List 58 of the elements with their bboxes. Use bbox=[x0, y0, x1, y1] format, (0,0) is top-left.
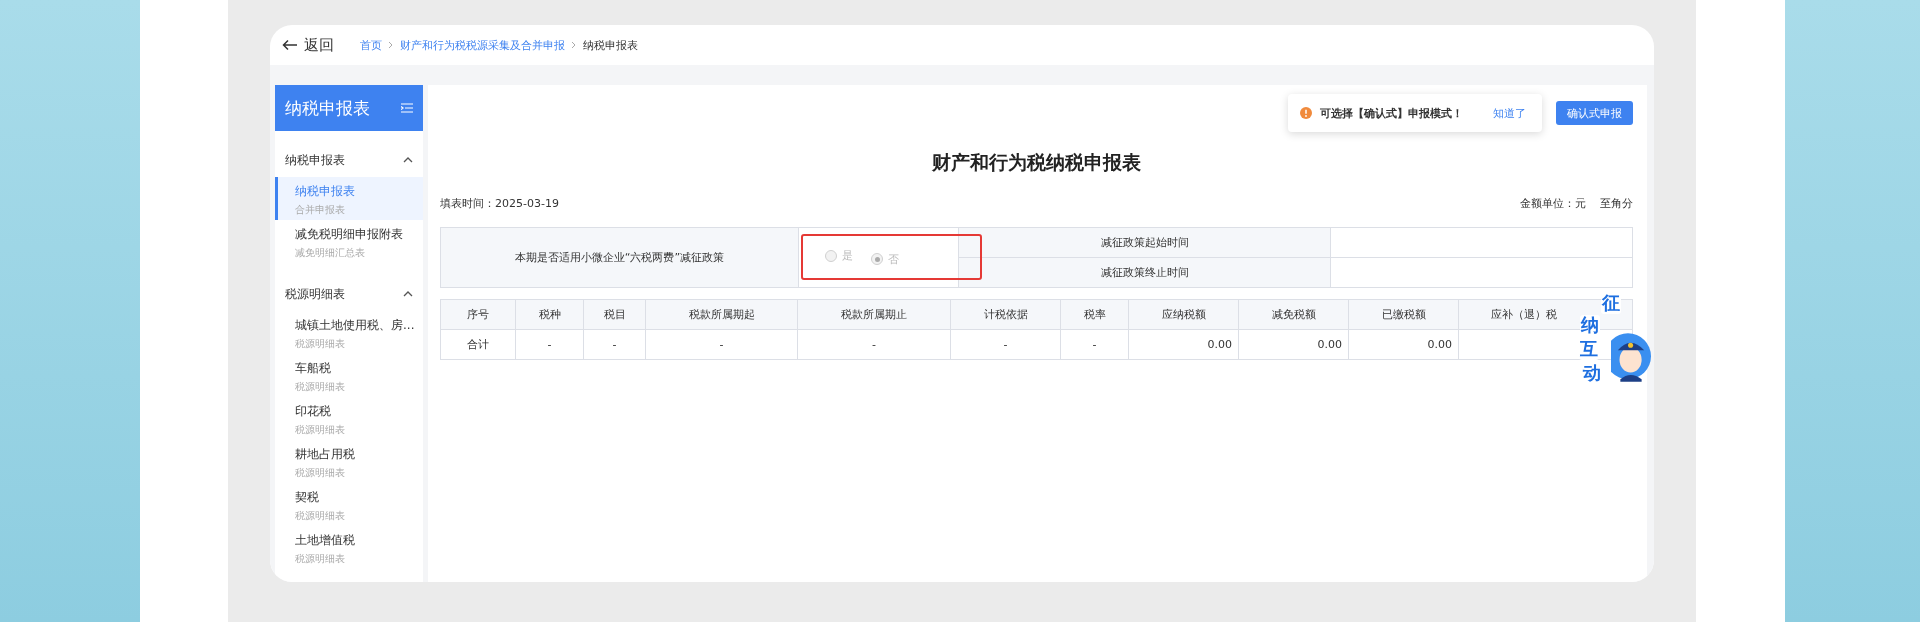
table-cell: 0.00 bbox=[1348, 329, 1459, 360]
form-title: 财产和行为税纳税申报表 bbox=[931, 150, 1142, 175]
table-cell: 合计 bbox=[440, 329, 516, 360]
chevron-up-icon[interactable] bbox=[403, 291, 413, 297]
column-header: 税率 bbox=[1060, 299, 1129, 330]
amount-unit: 金额单位：元 bbox=[1520, 196, 1586, 211]
column-header: 序号 bbox=[440, 299, 516, 330]
breadcrumb-current: 纳税申报表 bbox=[583, 37, 638, 53]
sidebar-title: 纳税申报表 bbox=[285, 96, 370, 120]
table-cell: 减征政策终止时间 bbox=[958, 257, 1331, 288]
chevron-up-icon[interactable] bbox=[403, 157, 413, 163]
table-cell: - bbox=[515, 329, 584, 360]
column-header: 税款所属期起 bbox=[645, 299, 798, 330]
mascot-caption: 征 bbox=[1601, 293, 1621, 314]
date-field[interactable] bbox=[1330, 257, 1633, 288]
sidebar-item[interactable]: 城镇土地使用税、房... 税源明细表 bbox=[275, 311, 423, 354]
table-cell: - bbox=[1060, 329, 1129, 360]
table-cell: - bbox=[950, 329, 1061, 360]
sidebar-item[interactable]: 车船税 税源明细表 bbox=[275, 354, 423, 397]
breadcrumb-link[interactable]: 财产和行为税税源采集及合并申报 bbox=[400, 37, 565, 53]
table-cell: - bbox=[797, 329, 951, 360]
column-header: 税目 bbox=[583, 299, 646, 330]
amount-precision: 至角分 bbox=[1600, 196, 1633, 211]
column-header: 减免税额 bbox=[1238, 299, 1349, 330]
confirm-declare-button[interactable]: 确认式申报 bbox=[1556, 101, 1633, 125]
back-arrow-icon bbox=[282, 39, 298, 51]
fill-date: 填表时间：2025-03-19 bbox=[440, 196, 559, 211]
date-field[interactable] bbox=[1330, 227, 1633, 258]
sidebar-item[interactable]: 土地增值税 税源明细表 bbox=[275, 526, 423, 569]
dismiss-link[interactable]: 知道了 bbox=[1493, 105, 1526, 121]
sidebar-item[interactable]: 纳税申报表 合并申报表 bbox=[275, 177, 423, 220]
chevron-right-icon bbox=[571, 41, 577, 49]
table-cell: - bbox=[645, 329, 798, 360]
sidebar-item[interactable]: 契税 税源明细表 bbox=[275, 483, 423, 526]
breadcrumb-link[interactable]: 首页 bbox=[360, 37, 382, 53]
menu-collapse-icon[interactable] bbox=[401, 103, 413, 113]
table-cell: 本期是否适用小微企业“六税两费”减征政策 bbox=[440, 227, 799, 288]
back-button[interactable]: 返回 bbox=[282, 35, 334, 55]
table-cell: 0.00 bbox=[1128, 329, 1239, 360]
chevron-right-icon bbox=[388, 41, 394, 49]
table-cell: - bbox=[583, 329, 646, 360]
sidebar-item[interactable]: 印花税 税源明细表 bbox=[275, 397, 423, 440]
mascot-caption: 互 bbox=[1579, 339, 1599, 360]
table-cell: 减征政策起始时间 bbox=[958, 227, 1331, 258]
sidebar-item[interactable]: 减免税明细申报附表 减免明细汇总表 bbox=[275, 220, 423, 263]
column-header: 已缴税额 bbox=[1348, 299, 1459, 330]
column-header: 税款所属期止 bbox=[797, 299, 951, 330]
sidebar-item[interactable]: 耕地占用税 税源明细表 bbox=[275, 440, 423, 483]
mascot-caption: 动 bbox=[1582, 363, 1602, 384]
column-header: 税种 bbox=[515, 299, 584, 330]
sidebar-group-label: 税源明细表 bbox=[285, 285, 345, 303]
notice-text: 可选择【确认式】申报模式！ bbox=[1320, 105, 1463, 121]
table-cell: 0.00 bbox=[1238, 329, 1349, 360]
mascot-caption: 纳 bbox=[1580, 315, 1600, 336]
column-header: 应纳税额 bbox=[1128, 299, 1239, 330]
warning-icon bbox=[1300, 107, 1312, 119]
sidebar-group-label: 纳税申报表 bbox=[285, 151, 345, 169]
column-header: 计税依据 bbox=[950, 299, 1061, 330]
